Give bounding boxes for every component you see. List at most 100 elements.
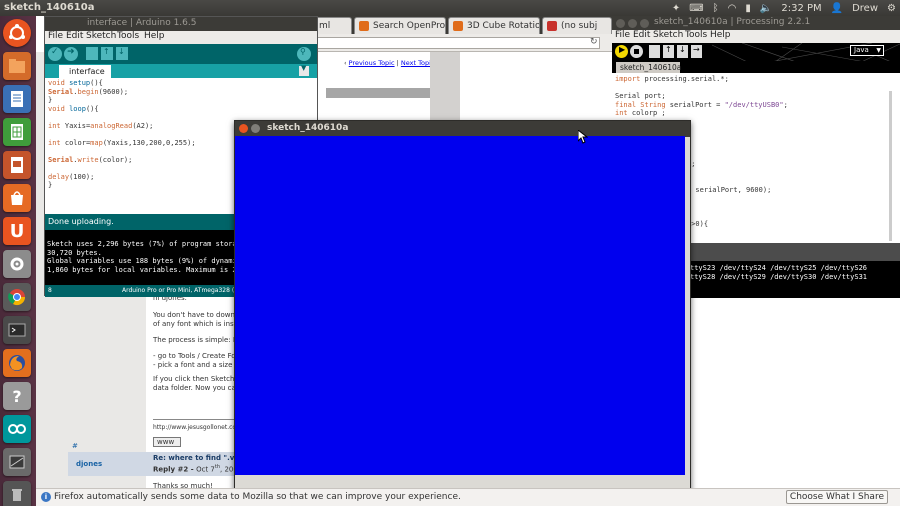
workspace-switcher-icon[interactable] — [3, 448, 31, 476]
menu-help[interactable]: Help — [710, 30, 731, 40]
forum-nav: ‹ Previous Topic | Next Topic › — [344, 59, 439, 67]
processing-titlebar[interactable]: sketch_140610a | Processing 2.2.1 — [612, 16, 900, 30]
processing-title: sketch_140610a | Processing 2.2.1 — [654, 17, 811, 27]
new-button[interactable] — [649, 45, 660, 58]
user-icon[interactable]: 👤 — [831, 3, 843, 14]
stop-button[interactable] — [630, 45, 643, 58]
url-bar[interactable] — [300, 37, 600, 49]
export-button[interactable]: → — [691, 45, 702, 58]
board-name: Arduino Pro or Pro Mini, ATmega328 (5V — [122, 287, 243, 294]
browser-tab[interactable]: Search OpenPro — [354, 17, 446, 34]
close-button[interactable] — [239, 124, 248, 133]
bluetooth-icon[interactable]: ᛒ — [713, 3, 719, 14]
open-button[interactable]: ↑ — [101, 47, 113, 60]
arduino-titlebar[interactable]: interface | Arduino 1.6.5 — [45, 17, 317, 31]
verify-button[interactable]: ✓ — [48, 47, 62, 61]
impress-icon[interactable] — [3, 151, 31, 179]
writer-icon[interactable] — [3, 85, 31, 113]
calc-icon[interactable] — [3, 118, 31, 146]
run-button[interactable]: ▶ — [615, 45, 628, 58]
sketch-canvas[interactable] — [235, 136, 685, 475]
tab-sketch[interactable]: sketch_140610a — [616, 62, 681, 73]
user-name[interactable]: Drew — [852, 3, 878, 14]
forum-gray-bar — [326, 88, 430, 98]
signature-link[interactable]: http://www.jesusgollonet.com — [153, 423, 242, 433]
firefox-icon[interactable] — [3, 349, 31, 377]
wifi-icon[interactable]: ◠ — [728, 3, 737, 14]
menu-edit[interactable]: Edit — [66, 31, 83, 41]
minimize-button[interactable] — [251, 124, 260, 133]
new-button[interactable] — [86, 47, 98, 60]
keyboard-icon[interactable]: ⌨ — [689, 3, 703, 14]
save-button[interactable]: ↓ — [677, 45, 688, 58]
software-center-icon[interactable] — [3, 184, 31, 212]
browser-tab[interactable]: 3D Cube Rotatio — [448, 17, 540, 34]
arduino-menubar: File Edit Sketch Tools Help — [45, 31, 317, 44]
arduino-toolbar: ✓ ➜ ↑ ↓ ⚲ — [45, 44, 317, 64]
ubuntu-dash-icon[interactable] — [3, 19, 31, 47]
mode-selector[interactable]: Java ▼ — [850, 45, 884, 56]
upload-button[interactable]: ➜ — [64, 47, 78, 61]
desktop: ‹ Previous Topic | Next Topic › hi djone… — [0, 0, 900, 506]
arrow-down-icon: ↓ — [679, 45, 686, 54]
system-settings-icon[interactable] — [3, 250, 31, 278]
files-icon[interactable] — [3, 52, 31, 80]
firefox-nav-bar: ↻ — [300, 34, 620, 52]
arduino-icon[interactable] — [3, 415, 31, 443]
sketch-output-window: sketch_140610a — [234, 120, 691, 493]
serial-monitor-button[interactable]: ⚲ — [297, 47, 311, 61]
chevron-down-icon: ▼ — [301, 64, 307, 72]
post-anchor[interactable]: # — [72, 441, 78, 451]
save-button[interactable]: ↓ — [116, 47, 128, 60]
menu-file[interactable]: File — [48, 31, 63, 41]
menu-sketch[interactable]: Sketch — [653, 30, 683, 40]
reply-meta: Reply #2 - Oct 7th, 2006 — [153, 464, 243, 474]
minimize-button[interactable] — [628, 19, 637, 28]
post-line: data folder. Now you can — [153, 384, 241, 392]
sketch-titlebar[interactable]: sketch_140610a — [235, 121, 690, 137]
clock[interactable]: 2:32 PM — [781, 3, 821, 14]
unity-launcher: U ? — [0, 16, 36, 506]
previous-topic-link[interactable]: Previous Topic — [349, 59, 395, 67]
menu-help[interactable]: Help — [144, 31, 165, 41]
menu-tools[interactable]: Tools — [117, 31, 139, 41]
reply-user-link[interactable]: djones — [76, 459, 102, 469]
sketch-title: sketch_140610a — [267, 123, 349, 133]
arrow-down-icon: ↓ — [118, 47, 125, 56]
editor-scrollbar[interactable] — [889, 91, 892, 241]
firefox-notification-bar: i Firefox automatically sends some data … — [36, 488, 900, 506]
tab-interface[interactable]: interface — [59, 65, 111, 78]
info-icon: i — [41, 492, 51, 502]
ubuntu-one-icon[interactable]: U — [3, 217, 31, 245]
arrow-up-icon: ↑ — [665, 45, 672, 54]
www-button[interactable]: www — [153, 437, 181, 447]
tab-menu-button[interactable]: ▼ — [299, 64, 309, 76]
stop-icon — [634, 49, 639, 54]
battery-icon[interactable]: ▮ — [745, 3, 751, 14]
terminal-icon[interactable] — [3, 316, 31, 344]
menu-edit[interactable]: Edit — [633, 30, 650, 40]
firefox-tab-strip: ml Search OpenPro 3D Cube Rotatio (no su… — [300, 16, 620, 34]
open-button[interactable]: ↑ — [663, 45, 674, 58]
chrome-icon[interactable] — [3, 283, 31, 311]
post-divider — [153, 419, 234, 420]
page-icon — [453, 21, 463, 31]
gear-icon[interactable]: ⚙ — [887, 3, 896, 14]
post-line: The process is simple: In — [153, 336, 240, 344]
close-button[interactable] — [616, 19, 625, 28]
reload-icon[interactable]: ↻ — [590, 37, 598, 47]
dropbox-icon[interactable]: ✦ — [672, 3, 680, 14]
browser-tab[interactable]: (no subj — [542, 17, 612, 34]
play-icon: ▶ — [619, 45, 626, 54]
notification-text: Firefox automatically sends some data to… — [54, 492, 461, 502]
active-window-title: sketch_140610a — [4, 2, 95, 13]
volume-icon[interactable]: 🔈 — [760, 3, 772, 14]
choose-what-i-share-button[interactable]: Choose What I Share — [785, 490, 888, 504]
arrow-right-icon: ➜ — [67, 47, 75, 57]
menu-tools[interactable]: Tools — [685, 30, 707, 40]
trash-icon[interactable] — [3, 481, 31, 506]
menu-sketch[interactable]: Sketch — [86, 31, 116, 41]
unknown-app-icon[interactable]: ? — [3, 382, 31, 410]
maximize-button[interactable] — [640, 19, 649, 28]
menu-file[interactable]: File — [615, 30, 630, 40]
